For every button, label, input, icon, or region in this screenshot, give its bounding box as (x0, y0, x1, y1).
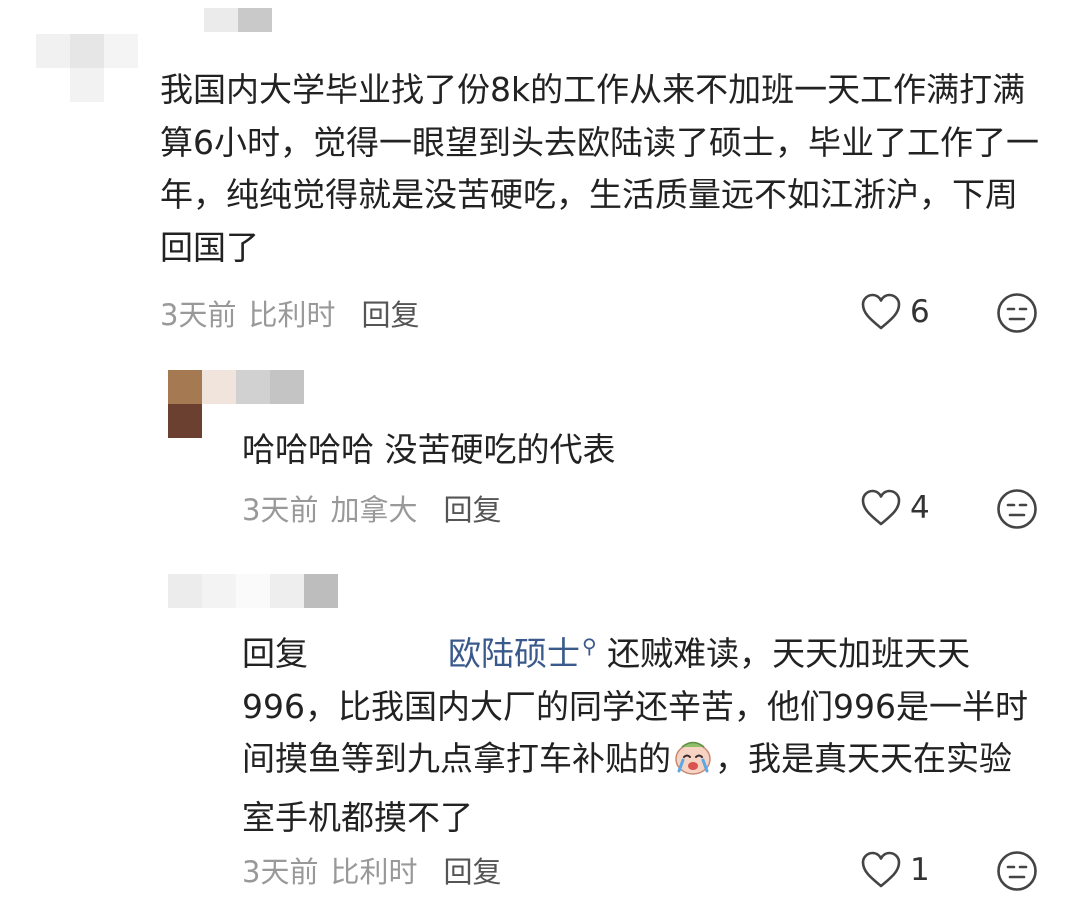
like-count: 4 (910, 490, 930, 526)
like-button[interactable]: 4 (860, 488, 930, 528)
reply-button[interactable]: 回复 (361, 292, 419, 334)
comment-location: 加拿大 (330, 493, 418, 527)
like-button[interactable]: 1 (860, 850, 930, 890)
mention-link[interactable]: 欧陆硕士 (448, 634, 580, 673)
reply-prefix: 回复 (242, 634, 308, 673)
comment-text: 我国内大学毕业找了份8k的工作从来不加班一天工作满打满算6小时，觉得一眼望到头去… (160, 70, 1039, 267)
comment-time: 3天前 (242, 855, 319, 889)
heart-outline-icon (861, 489, 901, 526)
emoji-reaction-button[interactable] (996, 850, 1038, 896)
neutral-face-icon (997, 851, 1037, 891)
heart-outline-icon (861, 293, 901, 330)
heart-outline-icon (861, 851, 901, 888)
crying-face-emoji (673, 738, 713, 792)
comment-location: 比利时 (248, 298, 336, 332)
like-count: 1 (910, 852, 930, 888)
comment-meta: 3天前 比利时 回复 (160, 293, 419, 333)
comment-time: 3天前 (160, 298, 237, 332)
comment-location: 比利时 (330, 855, 418, 889)
like-count: 6 (910, 294, 930, 330)
comment-meta: 3天前 比利时 回复 (242, 850, 501, 890)
neutral-face-icon (997, 293, 1037, 333)
reply-button[interactable]: 回复 (443, 487, 501, 529)
like-button[interactable]: 6 (860, 292, 930, 332)
emoji-reaction-button[interactable] (996, 488, 1038, 534)
comment-meta: 3天前 加拿大 回复 (242, 488, 501, 528)
comment-text: 回复 欧陆硕士 ⚲ 还贼难读，天天加班天天996，比我国内大厂的同学还辛苦，他们99… (242, 620, 1032, 844)
comment-time: 3天前 (242, 493, 319, 527)
reply-button[interactable]: 回复 (443, 849, 501, 891)
neutral-face-icon (997, 489, 1037, 529)
avatar[interactable] (168, 574, 343, 610)
comment-text: 哈哈哈哈 没苦硬吃的代表 (242, 430, 616, 469)
search-icon[interactable]: ⚲ (582, 634, 597, 658)
emoji-reaction-button[interactable] (996, 292, 1038, 338)
